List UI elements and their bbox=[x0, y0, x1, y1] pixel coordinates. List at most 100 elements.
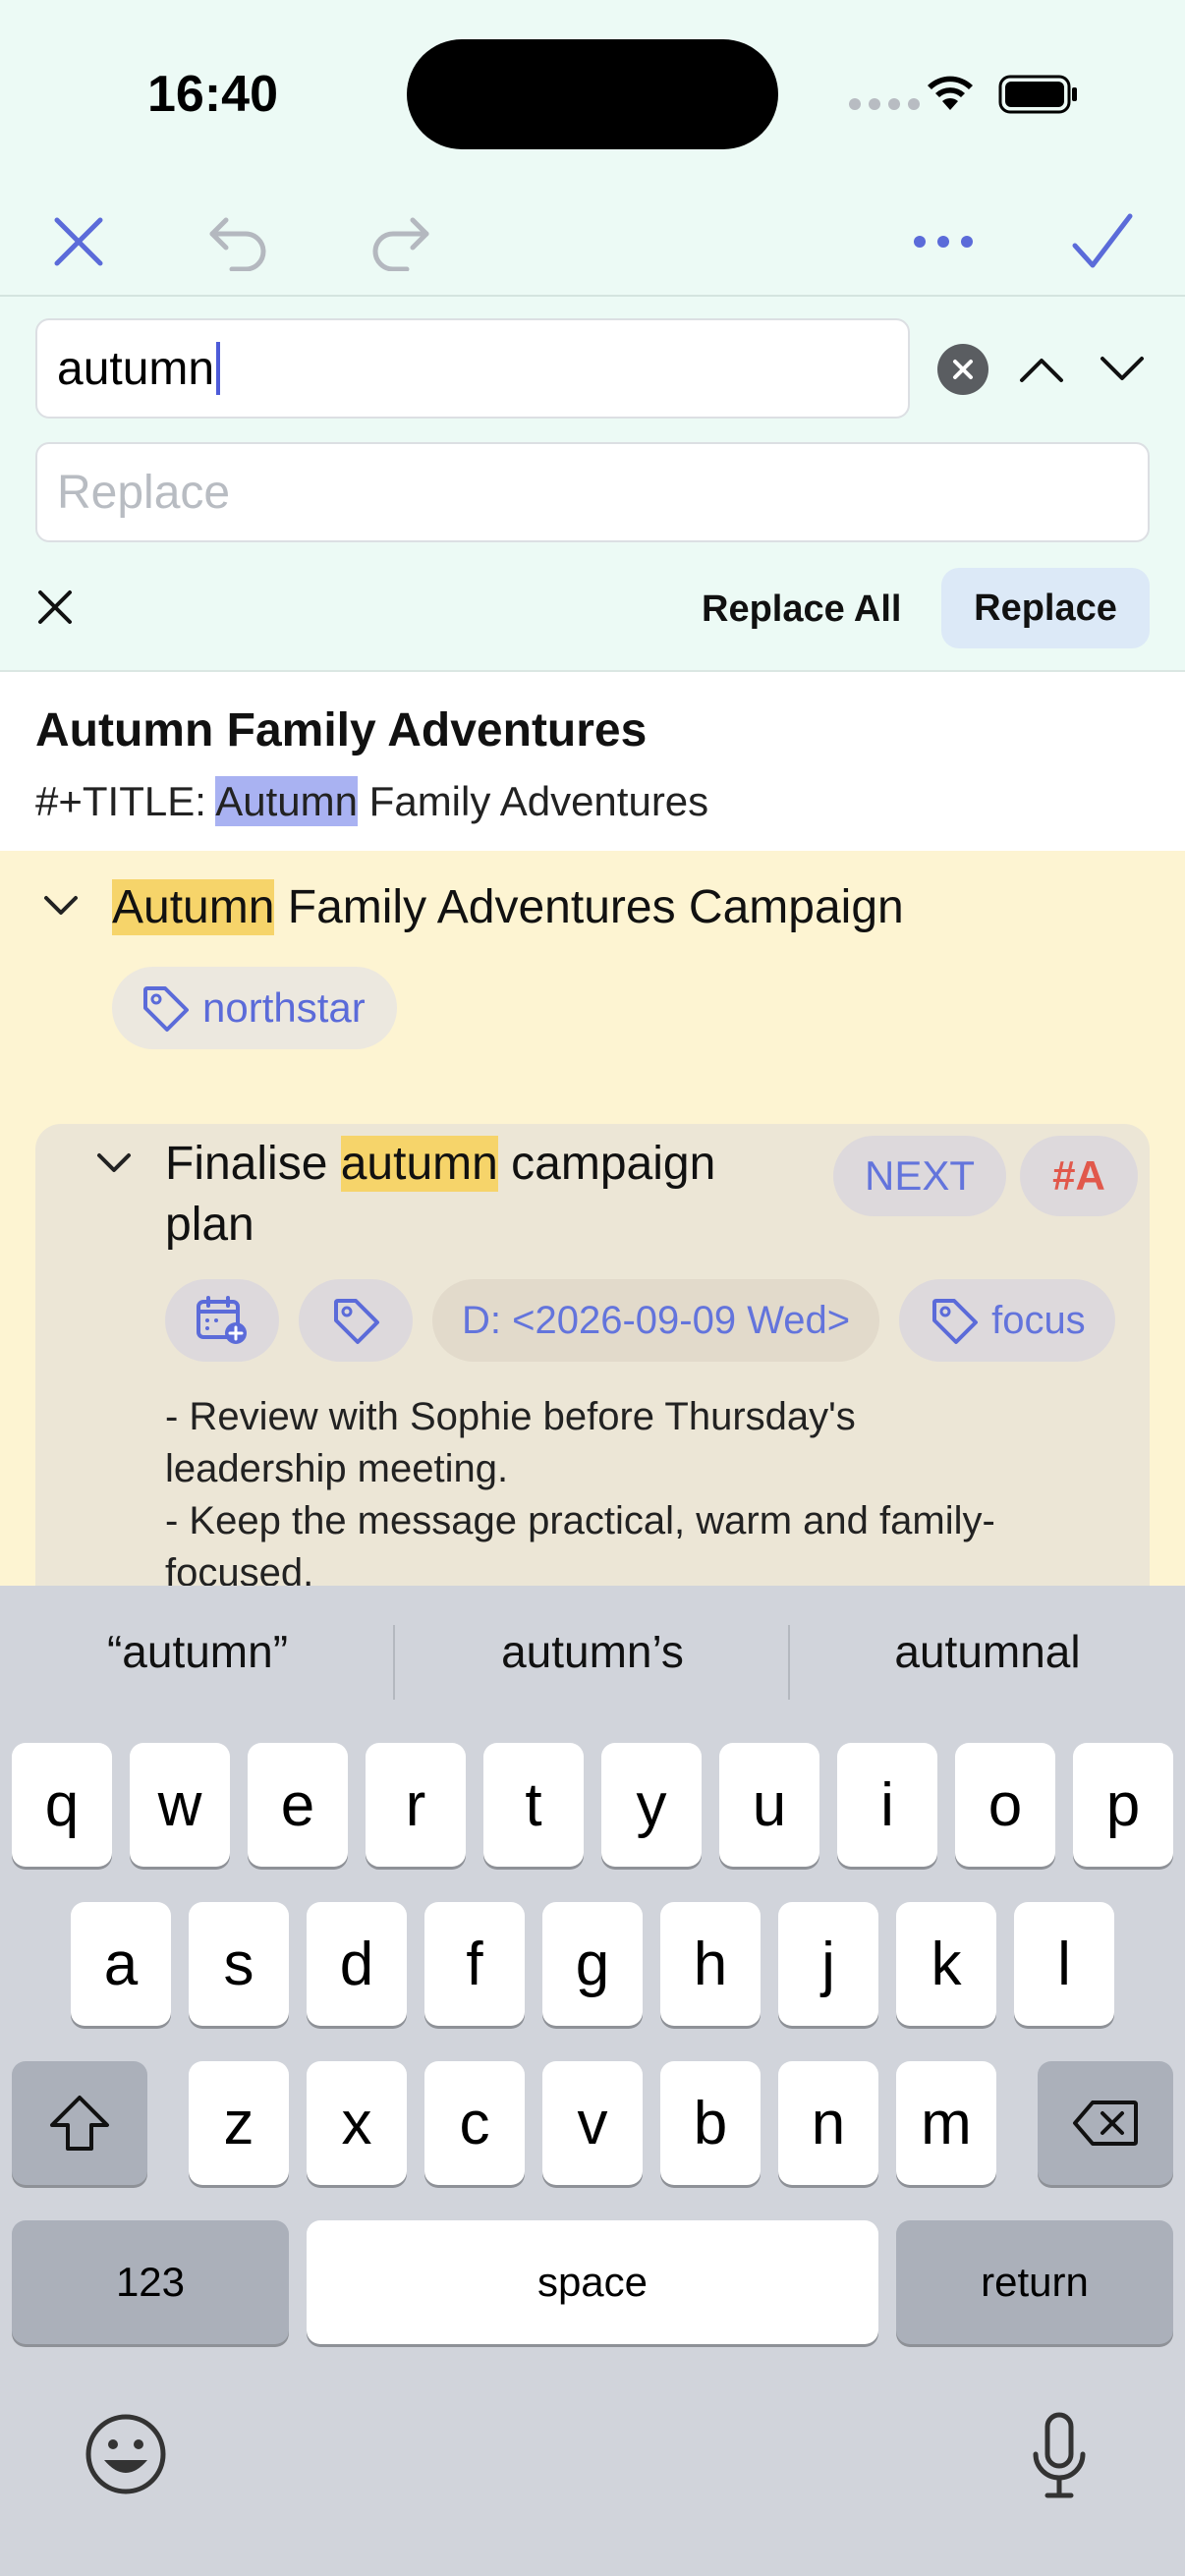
shift-key[interactable] bbox=[12, 2061, 147, 2185]
key-t[interactable]: t bbox=[483, 1743, 584, 1867]
document-title: Autumn Family Adventures bbox=[35, 704, 648, 756]
suggestion-2[interactable]: autumn’s bbox=[396, 1625, 789, 1678]
more-options-button[interactable] bbox=[902, 200, 985, 283]
key-f[interactable]: f bbox=[424, 1902, 525, 2026]
key-s[interactable]: s bbox=[189, 1902, 289, 2026]
search-match: autumn bbox=[340, 1136, 498, 1192]
suggestion-divider bbox=[393, 1625, 395, 1700]
tag-chip-focus[interactable]: focus bbox=[899, 1279, 1115, 1362]
task-body-line: leadership meeting. bbox=[165, 1447, 509, 1490]
key-l[interactable]: l bbox=[1014, 1902, 1114, 2026]
task-body-line: - Review with Sophie before Thursday's bbox=[165, 1395, 856, 1438]
status-bar: 16:40 bbox=[0, 0, 1185, 187]
chevron-down-icon bbox=[44, 896, 78, 915]
editor-toolbar bbox=[0, 187, 1185, 297]
numbers-key[interactable]: 123 bbox=[12, 2220, 289, 2344]
dictation-button[interactable] bbox=[1020, 2409, 1099, 2503]
return-key[interactable]: return bbox=[896, 2220, 1173, 2344]
task-title-start: Finalise bbox=[165, 1138, 341, 1190]
space-key[interactable]: space bbox=[307, 2220, 878, 2344]
done-button[interactable] bbox=[1061, 200, 1144, 283]
add-schedule-button[interactable] bbox=[165, 1279, 279, 1362]
wifi-icon bbox=[928, 76, 973, 110]
find-input-value: autumn bbox=[57, 342, 215, 395]
suggestion-divider bbox=[788, 1625, 790, 1700]
shift-icon bbox=[50, 2096, 109, 2151]
document-header: Autumn Family Adventures #+TITLE: Autumn… bbox=[0, 674, 1185, 851]
campaign-heading-rest: Family Adventures Campaign bbox=[274, 881, 904, 933]
undo-icon bbox=[209, 217, 266, 271]
emoji-button[interactable] bbox=[83, 2411, 169, 2497]
task-chips-row: D: <2026-09-09 Wed> focus bbox=[165, 1279, 1115, 1362]
suggestion-3[interactable]: autumnal bbox=[791, 1625, 1184, 1678]
chevron-down-icon bbox=[1100, 357, 1144, 380]
tag-icon bbox=[143, 986, 189, 1032]
title-property-line[interactable]: #+TITLE: Autumn Family Adventures bbox=[35, 776, 708, 826]
key-o[interactable]: o bbox=[955, 1743, 1055, 1867]
chevron-up-icon bbox=[1020, 359, 1063, 382]
active-search-match: Autumn bbox=[215, 776, 359, 826]
key-a[interactable]: a bbox=[71, 1902, 171, 2026]
undo-button[interactable] bbox=[197, 200, 279, 283]
battery-icon bbox=[998, 75, 1077, 114]
cellular-signal-icon bbox=[849, 98, 920, 110]
tag-chip-northstar[interactable]: northstar bbox=[112, 967, 397, 1049]
redo-button[interactable] bbox=[360, 200, 442, 283]
title-property-key: #+TITLE: bbox=[35, 778, 216, 824]
redo-icon bbox=[372, 217, 429, 271]
key-i[interactable]: i bbox=[837, 1743, 937, 1867]
key-q[interactable]: q bbox=[12, 1743, 112, 1867]
collapse-task-button[interactable] bbox=[92, 1142, 136, 1185]
next-match-button[interactable] bbox=[1095, 342, 1150, 397]
close-find-button[interactable] bbox=[29, 582, 81, 633]
key-b[interactable]: b bbox=[660, 2061, 761, 2185]
todo-state-badge[interactable]: NEXT bbox=[833, 1136, 1006, 1216]
replace-input-placeholder: Replace bbox=[57, 466, 231, 519]
microphone-icon bbox=[1033, 2412, 1086, 2498]
clear-find-button[interactable] bbox=[937, 344, 988, 395]
tag-label: focus bbox=[991, 1298, 1086, 1342]
key-h[interactable]: h bbox=[660, 1902, 761, 2026]
key-n[interactable]: n bbox=[778, 2061, 878, 2185]
key-d[interactable]: d bbox=[307, 1902, 407, 2026]
key-g[interactable]: g bbox=[542, 1902, 643, 2026]
search-match: Autumn bbox=[112, 879, 275, 935]
find-input[interactable]: autumn bbox=[35, 318, 910, 419]
text-caret bbox=[216, 342, 221, 395]
tag-icon bbox=[932, 1299, 979, 1344]
replace-all-button[interactable]: Replace All bbox=[702, 582, 901, 637]
add-tag-button[interactable] bbox=[299, 1279, 413, 1362]
key-c[interactable]: c bbox=[424, 2061, 525, 2185]
replace-input[interactable]: Replace bbox=[35, 442, 1150, 542]
tag-icon bbox=[334, 1299, 379, 1344]
deadline-chip[interactable]: D: <2026-09-09 Wed> bbox=[432, 1279, 880, 1362]
close-icon bbox=[38, 590, 72, 624]
key-z[interactable]: z bbox=[189, 2061, 289, 2185]
task-title[interactable]: Finalise autumn campaign plan bbox=[165, 1134, 814, 1256]
key-m[interactable]: m bbox=[896, 2061, 996, 2185]
task-card[interactable]: Finalise autumn campaign plan NEXT #A D:… bbox=[35, 1124, 1150, 1635]
key-y[interactable]: y bbox=[601, 1743, 702, 1867]
find-replace-panel: autumn Replace Replace All Replace bbox=[0, 297, 1185, 672]
key-w[interactable]: w bbox=[130, 1743, 230, 1867]
task-body-line: - Keep the message practical, warm and f… bbox=[165, 1499, 995, 1542]
collapse-campaign-button[interactable] bbox=[39, 884, 83, 927]
replace-button[interactable]: Replace bbox=[941, 568, 1150, 648]
suggestion-1[interactable]: “autumn” bbox=[1, 1625, 394, 1678]
close-editor-button[interactable] bbox=[37, 200, 120, 283]
key-v[interactable]: v bbox=[542, 2061, 643, 2185]
campaign-heading[interactable]: Autumn Family Adventures Campaign bbox=[112, 879, 904, 935]
priority-badge[interactable]: #A bbox=[1020, 1136, 1138, 1216]
key-u[interactable]: u bbox=[719, 1743, 819, 1867]
key-r[interactable]: r bbox=[366, 1743, 466, 1867]
key-j[interactable]: j bbox=[778, 1902, 878, 2026]
clear-icon bbox=[953, 360, 973, 379]
suggestion-bar: “autumn” autumn’s autumnal bbox=[0, 1586, 1185, 1735]
delete-key[interactable] bbox=[1038, 2061, 1173, 2185]
previous-match-button[interactable] bbox=[1014, 342, 1069, 397]
key-p[interactable]: p bbox=[1073, 1743, 1173, 1867]
key-k[interactable]: k bbox=[896, 1902, 996, 2026]
key-e[interactable]: e bbox=[248, 1743, 348, 1867]
task-body[interactable]: - Review with Sophie before Thursday's l… bbox=[165, 1391, 1128, 1599]
key-x[interactable]: x bbox=[307, 2061, 407, 2185]
